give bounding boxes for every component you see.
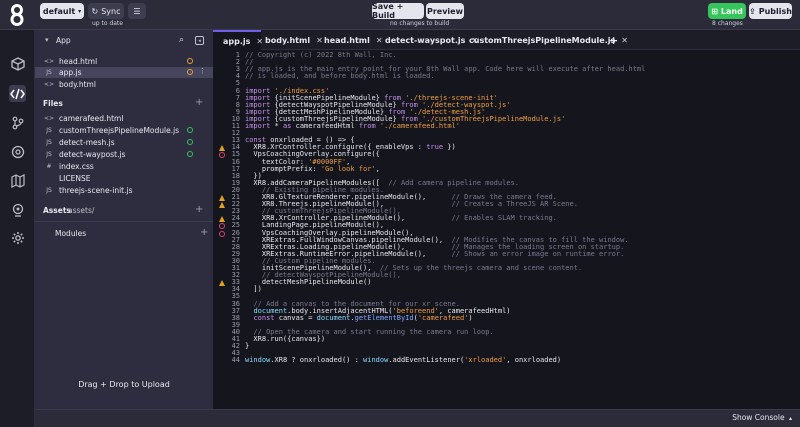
tab-detect-wayspot-js[interactable]: detect-wayspot.js ✕	[385, 30, 478, 50]
file-explorer: ▾ App ⌕ ◂ <> head.html JS app.js ⋮ <> bo…	[35, 30, 213, 409]
more-options-icon[interactable]: ⋮	[199, 67, 206, 75]
webcam-icon[interactable]	[9, 201, 26, 218]
js-file-icon: JS	[46, 187, 52, 194]
code-line: // is loaded, and before body.html is lo…	[245, 72, 435, 80]
code-area[interactable]: // Copyright (c) 2022 8th Wall, Inc. // …	[245, 51, 800, 409]
close-icon[interactable]: ✕	[376, 36, 383, 45]
list-item[interactable]: # index.css	[35, 161, 213, 172]
close-icon[interactable]: ✕	[621, 36, 628, 45]
tab-bar: app.js ✕ body.html ✕ head.html ✕ detect-way…	[213, 30, 800, 50]
tab-head-html[interactable]: head.html ✕	[324, 30, 383, 50]
publish-button[interactable]: ⇪ Publish	[749, 3, 792, 19]
list-item[interactable]: <> head.html	[35, 56, 213, 67]
close-icon[interactable]: ✕	[316, 36, 323, 45]
app-section-header[interactable]: App	[56, 36, 71, 45]
js-file-icon: JS	[46, 151, 52, 158]
sync-button[interactable]: ↻ Sync	[88, 3, 124, 19]
upload-dropzone[interactable]: Drag + Drop to Upload	[35, 360, 213, 409]
modified-indicator	[187, 69, 193, 75]
git-branch-icon[interactable]	[9, 114, 26, 131]
activity-rail	[0, 30, 35, 427]
code-line: const canvas = document.getElementById('…	[253, 314, 473, 322]
code-icon[interactable]	[9, 85, 26, 102]
gear-icon[interactable]	[9, 229, 26, 246]
list-item[interactable]: JS threejs-scene-init.js	[35, 185, 213, 196]
list-item[interactable]: LICENSE	[35, 173, 213, 184]
new-file-indicator	[187, 139, 193, 145]
cube-icon[interactable]	[9, 55, 26, 72]
list-item[interactable]: JS customThreejsPipelineModule.js	[35, 125, 213, 136]
code-line: import * as camerafeedHtml from './camer…	[245, 122, 460, 130]
chevron-up-icon: ▴	[788, 415, 792, 422]
tab-custom-threejs-pipeline[interactable]: customThreejsPipelineModule.js ✕	[469, 30, 628, 50]
build-status: no changes to build	[390, 20, 450, 27]
code-line: window.XR8 ? onxrloaded() : window.addEv…	[245, 356, 562, 364]
8thwall-logo-icon[interactable]	[3, 3, 31, 27]
land-button[interactable]: ⊞ Land	[708, 3, 746, 19]
list-item[interactable]: <> camerafeed.html	[35, 113, 213, 124]
line-number: 44	[231, 356, 240, 364]
preview-button[interactable]: Preview	[426, 3, 464, 19]
new-tab-icon[interactable]: +	[609, 30, 618, 50]
code-line: ])	[245, 285, 262, 293]
hamburger-icon: ☰	[133, 6, 141, 16]
chevron-down-icon: ▾	[78, 7, 82, 15]
land-status: 8 changes	[712, 20, 743, 27]
list-item[interactable]: <> body.html	[35, 79, 213, 90]
code-line: detectMeshPipelineModule()	[245, 278, 372, 286]
js-file-icon: JS	[46, 127, 52, 134]
code-line: }	[245, 342, 250, 350]
bottom-bar: Show Console ▴	[35, 409, 800, 427]
add-module-icon[interactable]: +	[200, 227, 208, 238]
save-build-button[interactable]: Save + Build	[372, 2, 424, 20]
tab-body-html[interactable]: body.html ✕	[263, 30, 323, 50]
sync-status: up to date	[92, 20, 123, 27]
sync-icon: ↻	[91, 6, 99, 16]
divider	[35, 221, 213, 222]
html-file-icon: <>	[43, 58, 55, 65]
modified-indicator	[187, 58, 193, 64]
tab-app-js[interactable]: app.js ✕	[213, 30, 263, 50]
code-line: promptPrefix: 'Go look for',	[245, 165, 380, 173]
assets-section-header: Assets	[43, 206, 71, 215]
land-icon: ⊞	[711, 6, 718, 16]
files-section-header: Files	[43, 99, 63, 108]
js-file-icon: JS	[46, 139, 52, 146]
add-file-icon[interactable]: +	[195, 97, 203, 108]
list-item[interactable]: JS detect-mesh.js	[35, 137, 213, 148]
html-file-icon: <>	[43, 115, 55, 122]
new-file-indicator	[187, 151, 193, 157]
code-editor: app.js ✕ body.html ✕ head.html ✕ detect-way…	[213, 30, 800, 409]
add-asset-icon[interactable]: +	[195, 204, 203, 215]
publish-icon: ⇪	[749, 6, 756, 16]
branch-dropdown[interactable]: default ▾	[40, 3, 84, 19]
collapse-panel-icon[interactable]: ◂	[195, 36, 204, 45]
line-gutter: 1 2 3 4 5 6 7 8 9 10 11 12 13 14 15 16 1…	[213, 51, 245, 409]
code-line: XR8.run({canvas})	[245, 335, 326, 343]
code-line: // Copyright (c) 2022 8th Wall, Inc.	[245, 51, 397, 59]
menu-button[interactable]: ☰	[128, 3, 146, 19]
show-console-button[interactable]: Show Console ▴	[732, 413, 792, 422]
new-file-indicator	[187, 127, 193, 133]
search-icon[interactable]: ⌕	[179, 35, 184, 45]
modules-section-header: Modules	[55, 229, 87, 238]
map-icon[interactable]	[9, 172, 26, 189]
list-item[interactable]: JS app.js ⋮	[35, 67, 213, 78]
js-file-icon: JS	[46, 69, 52, 76]
top-bar: default ▾ ↻ Sync up to date ☰ Save + Bui…	[0, 0, 800, 30]
target-icon[interactable]	[9, 143, 26, 160]
branch-label: default	[42, 6, 76, 16]
assets-path: assets/	[68, 206, 95, 215]
collapse-chevron-icon[interactable]: ▾	[45, 36, 49, 44]
css-file-icon: #	[46, 163, 52, 170]
list-item[interactable]: JS detect-waypost.js	[35, 149, 213, 160]
html-file-icon: <>	[43, 81, 55, 88]
